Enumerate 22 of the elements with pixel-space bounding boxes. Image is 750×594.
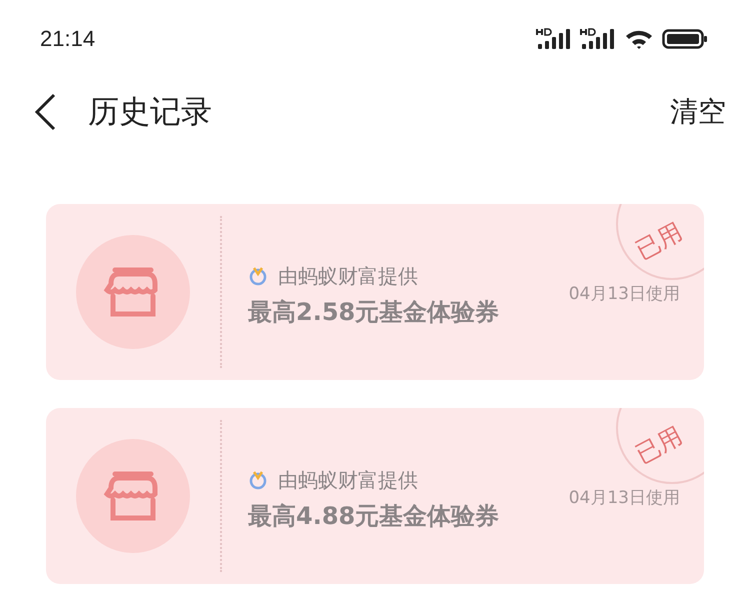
coupon-card[interactable]: 由蚂蚁财富提供 最高4.88元基金体验券 04月13日使用 已用 (46, 408, 704, 584)
provider-logo-icon (248, 470, 268, 490)
coupon-card[interactable]: 由蚂蚁财富提供 最高2.58元基金体验券 04月13日使用 已用 (46, 204, 704, 380)
clear-button[interactable]: 清空 (670, 93, 726, 131)
status-time: 21:14 (40, 26, 96, 52)
provider-text: 由蚂蚁财富提供 (278, 466, 418, 494)
used-stamp: 已用 (616, 408, 704, 484)
back-icon[interactable] (34, 93, 56, 131)
coupon-title: 最高4.88元基金体验券 (248, 500, 500, 532)
provider-text: 由蚂蚁财富提供 (278, 262, 418, 290)
used-date: 04月13日使用 (568, 487, 680, 509)
used-date: 04月13日使用 (568, 283, 680, 305)
store-icon (75, 234, 191, 350)
wifi-icon (624, 28, 654, 50)
page-title: 历史记录 (88, 93, 213, 132)
provider-logo-icon (248, 266, 268, 286)
used-stamp: 已用 (616, 204, 704, 280)
coupon-title: 最高2.58元基金体验券 (248, 296, 500, 328)
battery-icon (662, 28, 708, 50)
signal-icon (536, 28, 572, 50)
store-icon (75, 438, 191, 554)
signal-icon (580, 28, 616, 50)
